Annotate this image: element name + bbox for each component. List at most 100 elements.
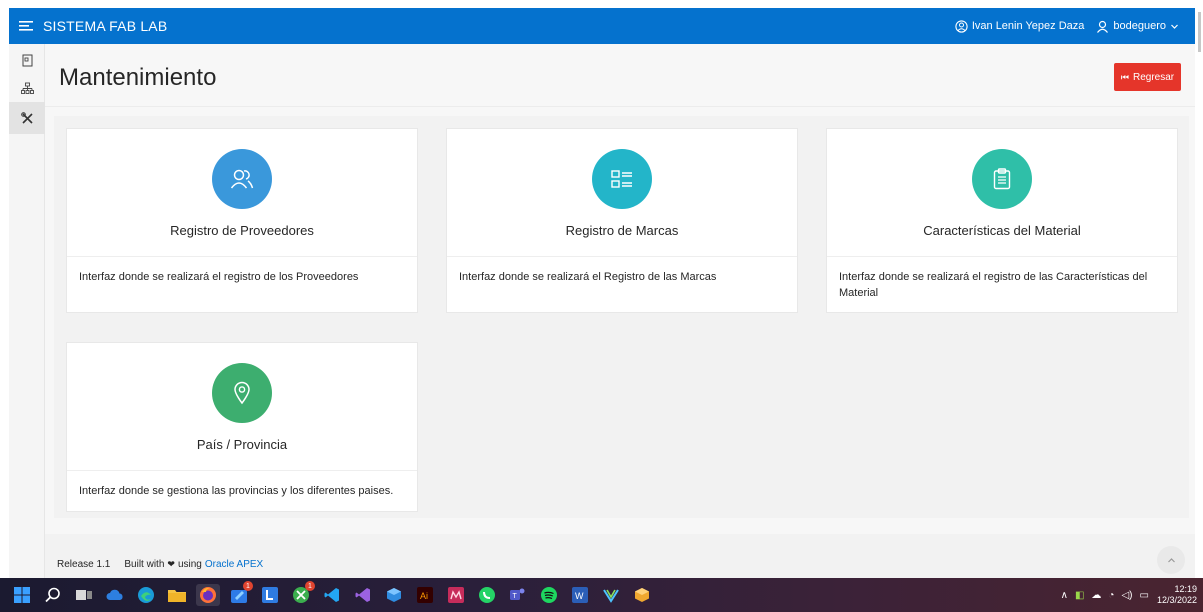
- document-icon: [22, 54, 32, 66]
- main-content: Mantenimiento ⏮ Regresar Registro de Pro…: [45, 44, 1195, 578]
- clipboard-icon: [993, 168, 1011, 190]
- cloud-icon: [106, 589, 123, 600]
- skip-back-icon: ⏮: [1120, 71, 1129, 82]
- list-icon: [611, 170, 632, 188]
- wifi-icon[interactable]: ◔: [1108, 590, 1114, 601]
- windows-logo-icon: [14, 587, 30, 603]
- tools-icon: [20, 111, 33, 124]
- word-icon: W: [572, 587, 588, 603]
- top-navigation-bar: SISTEMA FAB LAB Ivan Lenin Yepez Daza bo…: [9, 8, 1195, 44]
- card-pais-provincia[interactable]: País / Provincia Interfaz donde se gesti…: [66, 342, 418, 512]
- svg-text:W: W: [575, 591, 584, 601]
- mongodb-app[interactable]: [444, 584, 468, 606]
- taskbar-search-button[interactable]: [41, 584, 65, 606]
- card-description: Interfaz donde se realizará el registro …: [839, 271, 1148, 299]
- search-icon: [45, 587, 60, 603]
- volume-icon[interactable]: ◁): [1121, 590, 1132, 601]
- built-with-label: Built with: [124, 559, 165, 570]
- card-header: Características del Material: [827, 129, 1177, 257]
- spotify-app[interactable]: [537, 584, 561, 606]
- back-button-label: Regresar: [1132, 71, 1175, 83]
- start-button[interactable]: [10, 584, 34, 606]
- package-app[interactable]: [630, 584, 654, 606]
- user-menu-button[interactable]: bodeguero: [1096, 20, 1183, 33]
- card-caracteristicas-material[interactable]: Características del Material Interfaz do…: [826, 128, 1178, 313]
- system-clock[interactable]: 12:19 12/3/2022: [1157, 584, 1197, 606]
- whatsapp-app[interactable]: [475, 584, 499, 606]
- users-icon: [230, 169, 254, 189]
- clock-date: 12/3/2022: [1156, 595, 1197, 605]
- card-header: Registro de Marcas: [447, 129, 797, 257]
- scrollbar-thumb[interactable]: [1198, 12, 1201, 52]
- box-icon: [635, 588, 649, 602]
- sidenav-item-tools[interactable]: [9, 102, 45, 134]
- whatsapp-icon: [479, 587, 495, 603]
- firefox-app[interactable]: [196, 584, 220, 606]
- side-navigation: [9, 44, 45, 578]
- visual-studio-icon: [355, 588, 370, 602]
- oracle-apex-link[interactable]: Oracle APEX: [205, 559, 263, 570]
- card-registro-proveedores[interactable]: Registro de Proveedores Interfaz donde s…: [66, 128, 418, 313]
- firefox-icon: [200, 587, 216, 603]
- file-explorer-app[interactable]: [165, 584, 189, 606]
- user-icon: [1097, 20, 1109, 33]
- illustrator-app[interactable]: Ai: [413, 584, 437, 606]
- user-full-name-link[interactable]: Ivan Lenin Yepez Daza: [955, 19, 1085, 33]
- l-app-icon: [262, 587, 278, 603]
- notification-badge: 1: [305, 581, 315, 591]
- vscode-app[interactable]: [320, 584, 344, 606]
- virtualbox-app[interactable]: [382, 584, 406, 606]
- cards-region: Registro de Proveedores Interfaz donde s…: [54, 116, 1189, 518]
- visual-paradigm-app[interactable]: [599, 584, 623, 606]
- menu-toggle-button[interactable]: [9, 8, 43, 44]
- chevron-up-icon[interactable]: ∧: [1061, 590, 1068, 601]
- card-title: Características del Material: [923, 223, 1081, 238]
- username: bodeguero: [1113, 20, 1166, 32]
- illustrator-icon: Ai: [417, 587, 433, 603]
- sitemap-icon: [20, 82, 34, 94]
- messenger-app[interactable]: 1: [227, 581, 253, 606]
- svg-text:Ai: Ai: [420, 591, 428, 601]
- card-icon-badge: [212, 363, 272, 423]
- card-title: Registro de Proveedores: [170, 223, 314, 238]
- sidenav-item-document[interactable]: [9, 46, 45, 74]
- task-view-button[interactable]: [72, 584, 96, 606]
- app-title[interactable]: SISTEMA FAB LAB: [43, 18, 167, 34]
- word-app[interactable]: W: [568, 584, 592, 606]
- lucid-app[interactable]: [258, 584, 282, 606]
- cloud-icon[interactable]: ☁: [1091, 590, 1101, 601]
- xbox-app[interactable]: 1: [289, 581, 315, 606]
- visual-studio-app[interactable]: [351, 584, 375, 606]
- card-header: Registro de Proveedores: [67, 129, 417, 257]
- chevron-up-icon: [1167, 557, 1175, 562]
- clock-time: 12:19: [1174, 584, 1197, 594]
- tray-app-icon[interactable]: ◧: [1075, 590, 1084, 601]
- user-full-name: Ivan Lenin Yepez Daza: [971, 20, 1085, 32]
- notification-badge: 1: [243, 581, 253, 591]
- card-description: Interfaz donde se gestiona las provincia…: [79, 485, 394, 497]
- sidenav-item-sitemap[interactable]: [9, 74, 45, 102]
- card-title: Registro de Marcas: [565, 223, 679, 238]
- card-description: Interfaz donde se realizará el Registro …: [459, 271, 717, 283]
- hamburger-icon: [19, 21, 33, 31]
- page-title: Mantenimiento: [59, 64, 217, 91]
- release-label: Release 1.1: [57, 559, 111, 570]
- card-header: País / Provincia: [67, 343, 417, 471]
- window-left-edge: [0, 0, 9, 578]
- back-button[interactable]: ⏮ Regresar: [1114, 63, 1181, 91]
- leaf-app-icon: [448, 587, 464, 603]
- card-description: Interfaz donde se realizará el registro …: [79, 271, 359, 283]
- teams-app[interactable]: T: [506, 584, 530, 606]
- card-icon-badge: [212, 149, 272, 209]
- vscode-icon: [324, 588, 339, 602]
- card-registro-marcas[interactable]: Registro de Marcas Interfaz donde se rea…: [446, 128, 798, 313]
- scroll-to-top-button[interactable]: [1157, 546, 1185, 574]
- page-header: Mantenimiento ⏮ Regresar: [45, 44, 1195, 107]
- onedrive-app[interactable]: [103, 584, 127, 606]
- using-label: using: [177, 559, 202, 570]
- battery-icon[interactable]: ▭: [1140, 590, 1149, 601]
- window-scrollbar[interactable]: [1195, 8, 1203, 578]
- page-footer: Release 1.1 Built with ❤ using Oracle AP…: [45, 534, 1195, 578]
- user-circle-icon: [955, 19, 968, 33]
- edge-app[interactable]: [134, 584, 158, 606]
